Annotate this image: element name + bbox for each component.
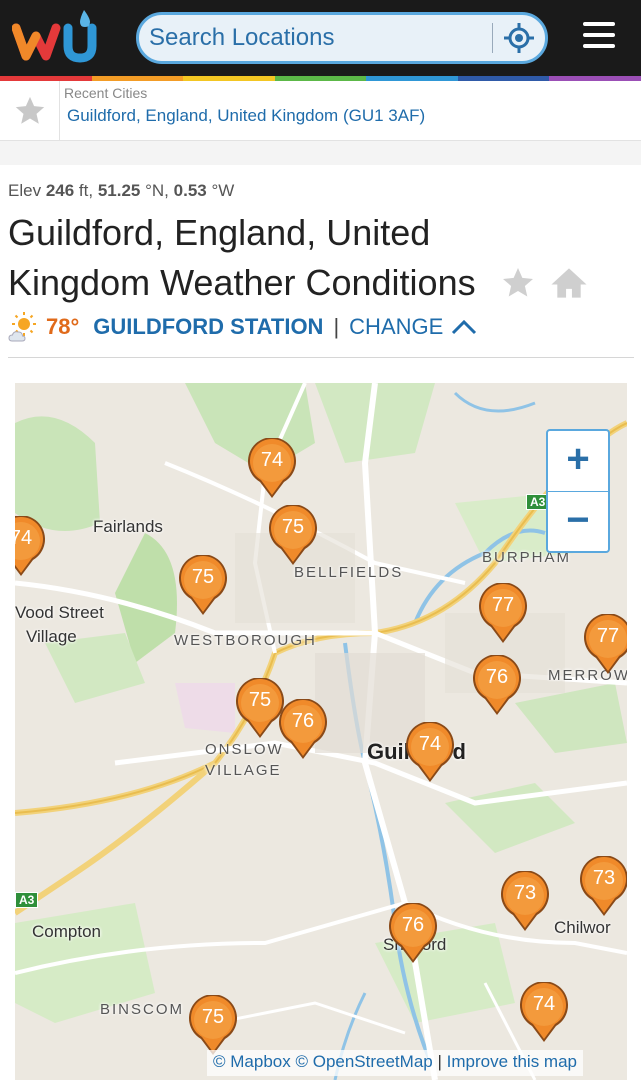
temperature-pin[interactable]: 74 — [518, 981, 570, 1044]
pin-temperature: 75 — [191, 566, 215, 588]
pin-temperature: 75 — [281, 516, 305, 538]
elev-value: 246 — [45, 181, 75, 200]
temperature-pin[interactable]: 77 — [582, 613, 627, 676]
pin-temperature: 73 — [592, 867, 616, 889]
road-shield-a3: A3 — [15, 892, 39, 908]
pin-temperature: 77 — [491, 594, 515, 616]
zoom-in-button[interactable]: + — [548, 431, 608, 491]
pin-temperature: 77 — [596, 625, 620, 647]
weather-map[interactable]: A3 A3 Fairlands BELLFIELDS BURPHAM Vood … — [15, 383, 627, 1080]
temperature-pin[interactable]: 76 — [387, 902, 439, 965]
place-label: ONSLOW — [205, 741, 284, 758]
search-bar — [136, 12, 548, 64]
separator: | — [333, 314, 340, 339]
zoom-control: + − — [546, 429, 610, 553]
improve-map-link[interactable]: Improve this map — [447, 1052, 577, 1071]
pin-temperature: 74 — [418, 733, 442, 755]
lon-value: 0.53 — [173, 181, 207, 200]
temperature-pin[interactable]: 75 — [187, 994, 239, 1057]
star-icon — [15, 96, 44, 124]
elev-unit: ft, — [78, 181, 94, 200]
favorite-star-icon[interactable] — [500, 265, 536, 301]
home-icon[interactable] — [550, 265, 588, 301]
elevation-coordinates: Elev 246 ft, 51.25 °N, 0.53 °W — [8, 181, 234, 201]
temperature-pin[interactable]: 75 — [267, 504, 319, 567]
place-label: Village — [26, 627, 77, 646]
pin-temperature: 73 — [513, 882, 537, 904]
top-bar — [0, 0, 641, 76]
hamburger-menu-icon[interactable] — [583, 22, 615, 52]
temperature-pin[interactable]: 73 — [499, 870, 551, 933]
place-label: Vood Street — [15, 603, 104, 622]
place-label: Chilwor — [554, 918, 611, 937]
zoom-out-button[interactable]: − — [548, 492, 608, 552]
pin-temperature: 74 — [15, 527, 33, 549]
temperature-pin[interactable]: 76 — [471, 654, 523, 717]
temperature-pin[interactable]: 73 — [578, 855, 627, 918]
page-title: Guildford, England, United Kingdom Weath… — [8, 212, 476, 303]
place-label: Compton — [32, 922, 101, 941]
search-input[interactable] — [149, 21, 489, 55]
place-label: VILLAGE — [205, 762, 282, 779]
station-name-link[interactable]: GUILDFORD STATION — [93, 314, 323, 340]
temperature-pin[interactable]: 77 — [477, 582, 529, 645]
station-row: 78° GUILDFORD STATION | CHANGE — [8, 310, 477, 344]
elev-label: Elev — [8, 181, 42, 200]
pin-temperature: 76 — [291, 710, 315, 732]
lat-value: 51.25 — [97, 181, 141, 200]
temperature-pin[interactable]: 74 — [404, 721, 456, 784]
partly-sunny-icon — [8, 312, 36, 342]
page: Recent Cities Guildford, England, United… — [0, 0, 641, 1080]
favorite-star-button[interactable] — [0, 81, 60, 141]
place-label: Fairlands — [93, 517, 163, 536]
chevron-up-icon[interactable] — [451, 318, 477, 336]
temperature-pin[interactable]: 74 — [246, 437, 298, 500]
section-divider — [0, 141, 641, 165]
recent-cities-label: Recent Cities — [64, 85, 148, 101]
temperature-pin[interactable]: 76 — [277, 698, 329, 761]
divider — [8, 357, 634, 358]
map-attribution: © Mapbox © OpenStreetMap | Improve this … — [207, 1050, 584, 1076]
attribution-separator: | — [437, 1052, 442, 1071]
place-label: BINSCOM — [100, 1001, 185, 1018]
osm-link[interactable]: © OpenStreetMap — [295, 1052, 432, 1071]
pin-temperature: 76 — [485, 666, 509, 688]
locate-icon[interactable] — [503, 22, 535, 54]
pin-temperature: 74 — [532, 993, 556, 1015]
current-temperature: 78° — [46, 314, 80, 339]
temperature-pin[interactable]: 75 — [177, 554, 229, 617]
lat-unit: °N, — [145, 181, 169, 200]
recent-cities-bar: Recent Cities Guildford, England, United… — [0, 81, 641, 141]
wu-logo[interactable] — [12, 6, 108, 68]
place-label: WESTBOROUGH — [174, 632, 317, 649]
pin-temperature: 74 — [260, 449, 284, 471]
pin-temperature: 75 — [201, 1006, 225, 1028]
temperature-pin[interactable]: 74 — [15, 515, 47, 578]
lon-unit: °W — [211, 181, 235, 200]
search-divider — [492, 23, 493, 53]
recent-city-link[interactable]: Guildford, England, United Kingdom (GU1 … — [67, 106, 425, 126]
pin-temperature: 76 — [401, 914, 425, 936]
mapbox-link[interactable]: © Mapbox — [213, 1052, 291, 1071]
change-station-button[interactable]: CHANGE — [349, 314, 443, 340]
